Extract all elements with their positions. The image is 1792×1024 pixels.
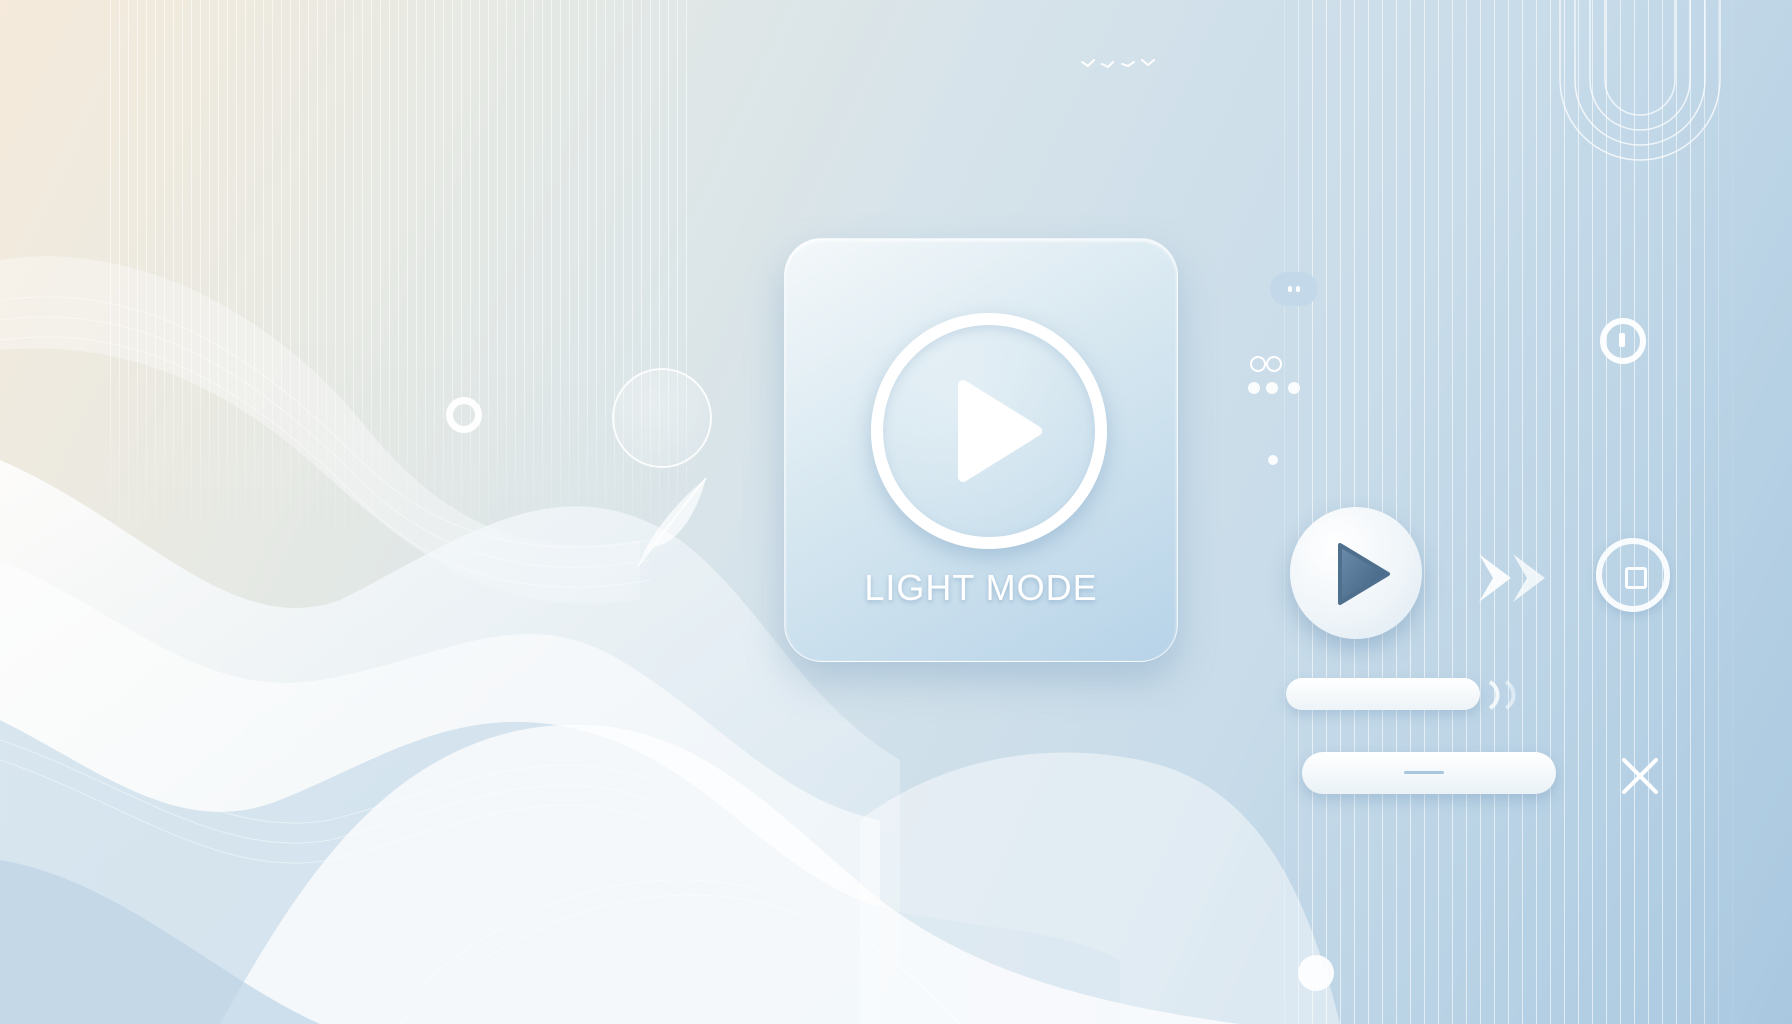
- dot-decoration: [1266, 356, 1282, 372]
- dot-decoration: [1266, 382, 1278, 394]
- info-icon[interactable]: [1600, 318, 1646, 364]
- birds-decoration: [1081, 59, 1155, 69]
- chat-bubble-icon: [1270, 272, 1318, 306]
- decorative-arch: [1559, 0, 1721, 161]
- stop-icon[interactable]: [1596, 538, 1670, 612]
- card-label: LIGHT MODE: [864, 567, 1098, 608]
- secondary-play-button[interactable]: [1290, 507, 1422, 639]
- play-icon: [1338, 543, 1390, 605]
- dot-decoration: [1250, 356, 1266, 372]
- play-button[interactable]: [871, 313, 1107, 549]
- slider-bar[interactable]: [1302, 752, 1556, 794]
- light-mode-card[interactable]: LIGHT MODE: [784, 238, 1178, 662]
- play-icon: [958, 380, 1042, 482]
- dot-decoration: [1298, 955, 1334, 991]
- progress-bar[interactable]: [1286, 678, 1480, 710]
- dot-decoration: [1248, 382, 1260, 394]
- small-ring-decoration: [446, 397, 482, 433]
- bubble-decoration: [612, 368, 712, 468]
- dot-decoration: [1288, 382, 1300, 394]
- close-icon[interactable]: [1620, 756, 1660, 796]
- chevron-decoration: [1488, 680, 1516, 710]
- fast-forward-icon[interactable]: [1475, 548, 1555, 608]
- leaf-icon: [637, 477, 707, 567]
- dot-decoration: [1268, 455, 1278, 465]
